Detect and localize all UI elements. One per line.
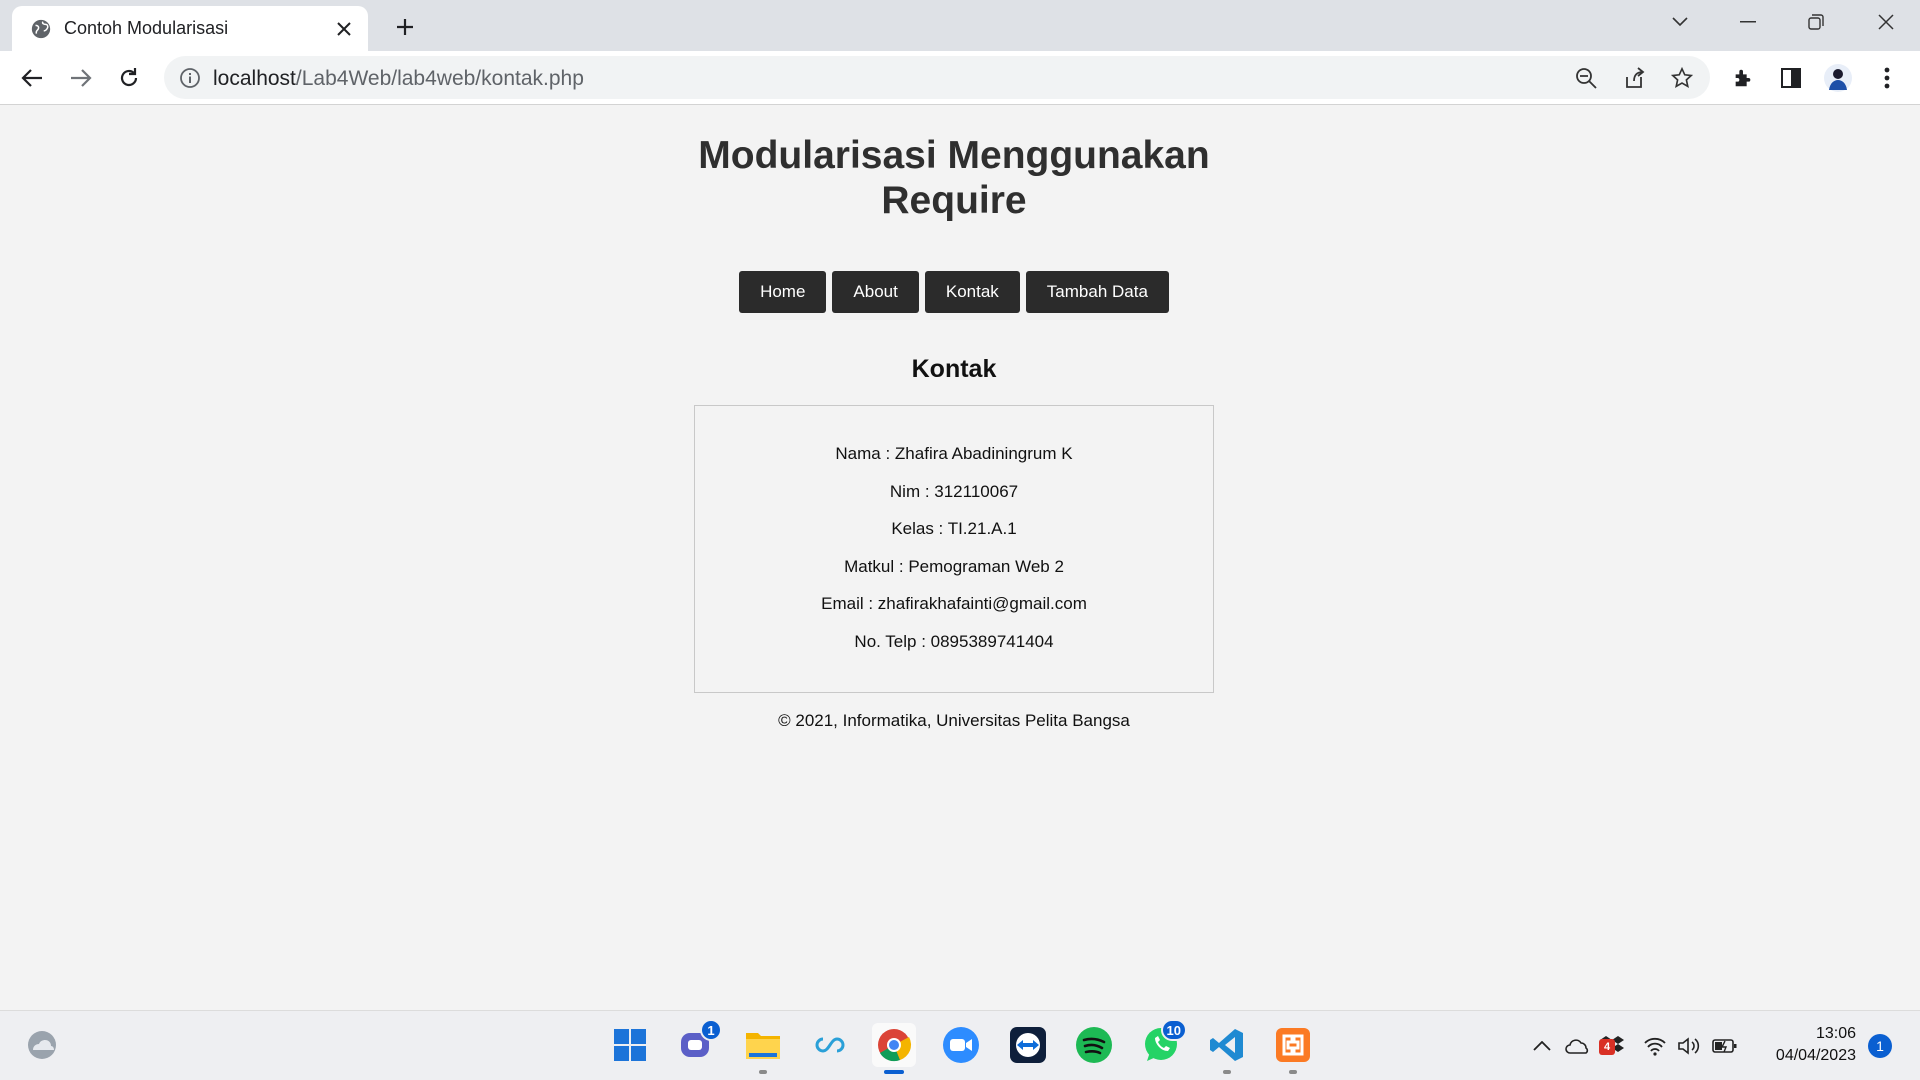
close-tab-icon[interactable]: [328, 13, 360, 45]
dropbox-icon[interactable]: 4: [1599, 1033, 1625, 1059]
xampp-app-icon[interactable]: [1271, 1023, 1315, 1074]
whatsapp-badge: 10: [1160, 1019, 1187, 1041]
contact-name: Nama : Zhafira Abadiningrum K: [835, 444, 1073, 463]
minimize-icon[interactable]: [1714, 0, 1782, 44]
clock-date: 04/04/2023: [1775, 1047, 1856, 1064]
whatsapp-app-icon[interactable]: 10: [1139, 1019, 1187, 1067]
vscode-app-icon[interactable]: [1205, 1023, 1249, 1074]
back-arrow-icon[interactable]: [13, 59, 51, 97]
tab-search-icon[interactable]: [1646, 0, 1714, 44]
battery-charging-icon[interactable]: [1712, 1033, 1738, 1059]
reload-icon[interactable]: [110, 59, 148, 97]
restore-icon[interactable]: [1782, 0, 1850, 44]
browser-toolbar: localhost/Lab4Web/lab4web/kontak.php: [0, 51, 1920, 105]
onedrive-cloud-icon[interactable]: [1565, 1033, 1591, 1059]
system-clock[interactable]: 13:06 04/04/2023: [1750, 1023, 1856, 1067]
forward-arrow-icon[interactable]: [62, 59, 100, 97]
section-title: Kontak: [911, 355, 997, 383]
clock-time: 13:06: [1815, 1025, 1856, 1042]
main-nav: Home About Kontak Tambah Data: [694, 271, 1214, 313]
zoom-out-icon[interactable]: [1572, 64, 1600, 92]
contact-phone: No. Telp : 0895389741404: [854, 631, 1054, 651]
nav-about-button[interactable]: About: [832, 271, 919, 313]
address-bar[interactable]: localhost/Lab4Web/lab4web/kontak.php: [164, 56, 1710, 99]
contact-card: Nama : Zhafira Abadiningrum K Nim : 3121…: [694, 405, 1214, 693]
spotify-app-icon[interactable]: [1072, 1023, 1116, 1067]
side-panel-icon[interactable]: [1776, 63, 1806, 93]
page-container: Modularisasi Menggunakan Require Home Abo…: [694, 106, 1214, 731]
notification-badge[interactable]: 1: [1868, 1034, 1892, 1058]
zoom-app-icon[interactable]: [939, 1023, 983, 1067]
profile-avatar[interactable]: [1823, 63, 1853, 93]
volume-icon[interactable]: [1676, 1033, 1702, 1059]
start-menu-icon[interactable]: [608, 1023, 652, 1067]
dropbox-badge: 4: [1599, 1039, 1615, 1055]
globe-icon: [31, 19, 51, 38]
bookmark-star-icon[interactable]: [1668, 64, 1696, 92]
nav-tambah-data-button[interactable]: Tambah Data: [1025, 271, 1169, 313]
share-icon[interactable]: [1620, 64, 1648, 92]
extensions-puzzle-icon[interactable]: [1728, 63, 1758, 93]
contact-kelas: Kelas : TI.21.A.1: [891, 519, 1017, 538]
site-title: Modularisasi Menggunakan Require: [698, 134, 1210, 222]
browser-tab-strip: Contoh Modularisasi: [0, 0, 1920, 51]
weather-widget-icon[interactable]: [20, 1023, 64, 1067]
show-hidden-icons-chevron-icon[interactable]: [1529, 1033, 1555, 1059]
contact-matkul: Matkul : Pemograman Web 2: [844, 556, 1064, 576]
teams-badge: 1: [700, 1019, 722, 1041]
windows-taskbar: 1 10 4 13:06 04/04/2023 1: [0, 1010, 1920, 1080]
nav-kontak-button[interactable]: Kontak: [924, 271, 1020, 313]
site-info-icon[interactable]: [178, 66, 202, 90]
menu-kebab-icon[interactable]: [1872, 63, 1902, 93]
url-text: localhost/Lab4Web/lab4web/kontak.php: [213, 67, 584, 90]
contact-email: Email : zhafirakhafainti@gmail.com: [821, 594, 1087, 613]
chrome-app-icon[interactable]: [872, 1023, 916, 1074]
page-footer: © 2021, Informatika, Universitas Pelita …: [778, 711, 1130, 730]
teams-chat-icon[interactable]: 1: [674, 1019, 722, 1067]
contact-nim: Nim : 312110067: [889, 481, 1019, 501]
nav-home-button[interactable]: Home: [739, 271, 827, 313]
close-window-icon[interactable]: [1852, 0, 1920, 44]
teamviewer-app-icon[interactable]: [1006, 1023, 1050, 1067]
browser-tab[interactable]: Contoh Modularisasi: [12, 6, 368, 51]
web-page: Modularisasi Menggunakan Require Home Abo…: [0, 106, 1920, 1010]
wifi-icon[interactable]: [1642, 1033, 1668, 1059]
copilot-app-icon[interactable]: [808, 1023, 852, 1067]
tab-title: Contoh Modularisasi: [64, 18, 229, 38]
new-tab-button[interactable]: [388, 10, 422, 44]
file-explorer-icon[interactable]: [741, 1023, 785, 1074]
